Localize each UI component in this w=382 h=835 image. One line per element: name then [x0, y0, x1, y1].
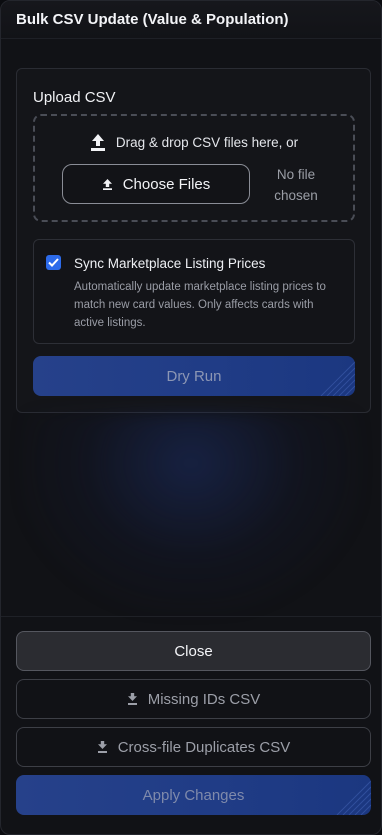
dropzone-text: Drag & drop CSV files here, or [115, 135, 299, 150]
upload-icon [90, 134, 105, 151]
upload-card: Upload CSV Drag & drop CSV files here, o… [16, 68, 371, 413]
csv-dropzone[interactable]: Drag & drop CSV files here, or Choose Fi… [33, 114, 355, 222]
missing-ids-csv-button[interactable]: Missing IDs CSV [16, 679, 371, 719]
footer-divider [1, 616, 381, 617]
apply-changes-button[interactable]: Apply Changes [16, 775, 371, 815]
sync-option-box: Sync Marketplace Listing Prices Automati… [33, 239, 355, 344]
corner-pattern-icon [336, 780, 371, 815]
sync-description: Automatically update marketplace listing… [74, 281, 326, 329]
dropzone-prompt: Drag & drop CSV files here, or [35, 134, 353, 151]
close-label: Close [174, 642, 213, 660]
choose-files-label: Choose Files [122, 175, 211, 193]
duplicates-csv-button[interactable]: Cross-file Duplicates CSV [16, 727, 371, 767]
modal-title: Bulk CSV Update (Value & Population) [16, 11, 289, 28]
file-status: No file chosen [261, 164, 331, 206]
bulk-csv-modal: Bulk CSV Update (Value & Population) Upl… [0, 0, 382, 835]
download-icon [127, 693, 137, 705]
sync-title: Sync Marketplace Listing Prices [74, 256, 266, 271]
sync-checkbox[interactable] [46, 255, 61, 270]
dry-run-button[interactable]: Dry Run [33, 356, 355, 396]
upload-section-label: Upload CSV [33, 89, 116, 106]
dry-run-label: Dry Run [166, 367, 222, 385]
file-status-line2: chosen [274, 188, 318, 203]
duplicates-label: Cross-file Duplicates CSV [117, 738, 291, 756]
missing-ids-label: Missing IDs CSV [147, 690, 261, 708]
apply-changes-label: Apply Changes [142, 786, 245, 804]
modal-header: Bulk CSV Update (Value & Population) [1, 1, 381, 39]
checkmark-icon [48, 258, 59, 267]
corner-pattern-icon [320, 361, 355, 396]
background-glow [21, 413, 361, 613]
choose-files-button[interactable]: Choose Files [62, 164, 250, 204]
close-button[interactable]: Close [16, 631, 371, 671]
download-icon [97, 741, 107, 753]
file-status-line1: No file [276, 167, 316, 182]
small-upload-icon [102, 178, 112, 190]
